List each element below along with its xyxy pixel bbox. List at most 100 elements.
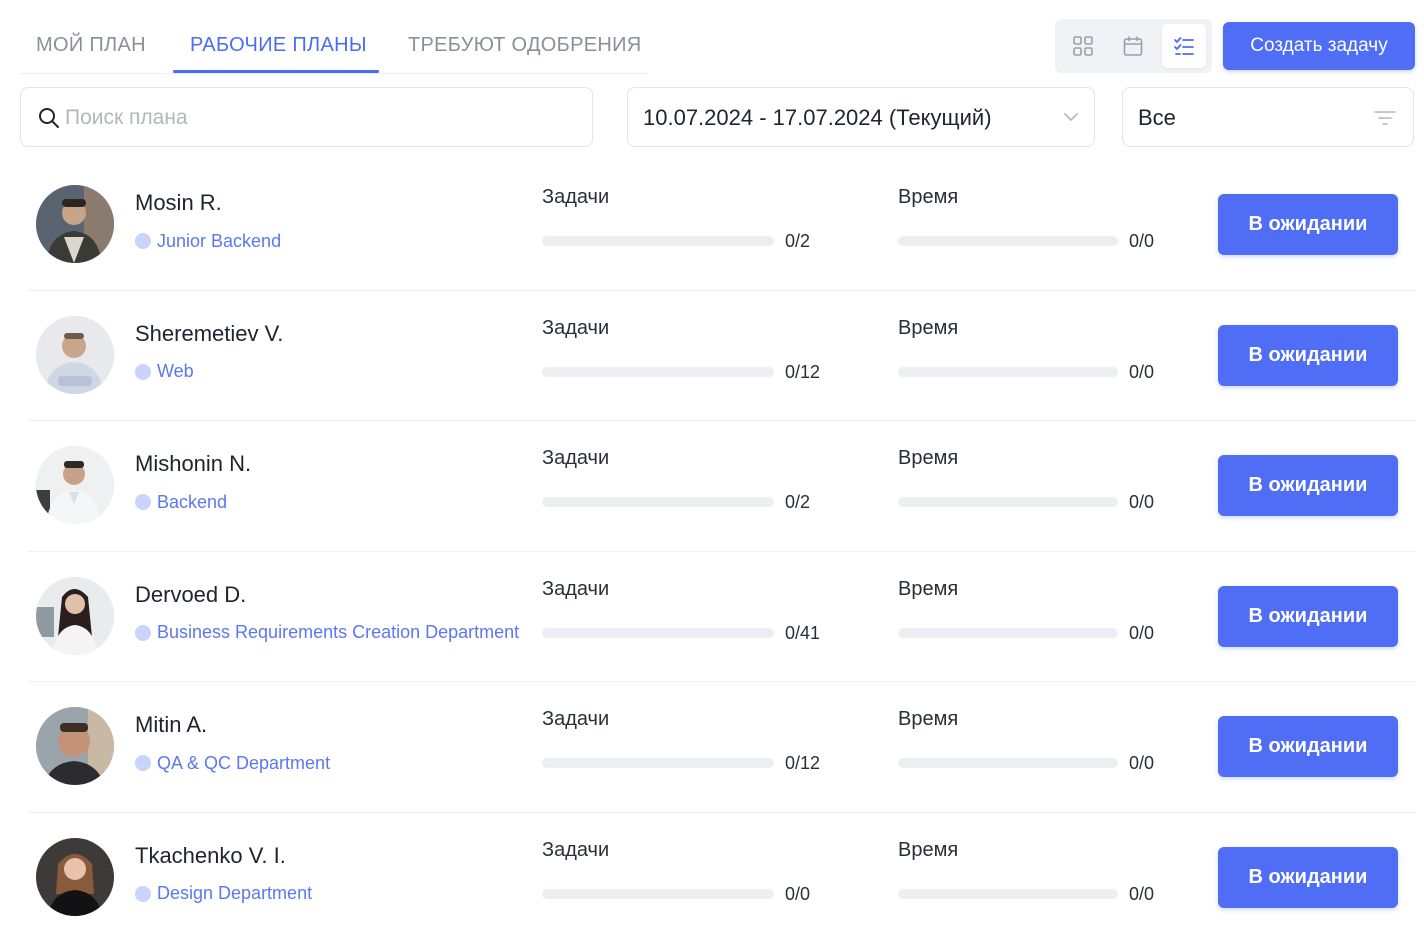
employee-name[interactable]: Mosin R. bbox=[135, 190, 222, 216]
search-icon bbox=[39, 108, 59, 128]
calendar-view-button[interactable] bbox=[1111, 24, 1155, 68]
time-progress-bar bbox=[898, 236, 1118, 246]
avatar bbox=[36, 837, 114, 916]
tasks-progress-bar bbox=[542, 758, 774, 768]
time-count: 0/0 bbox=[1129, 622, 1155, 643]
tasks-label: Задачи bbox=[542, 186, 610, 208]
time-label: Время bbox=[898, 447, 959, 469]
tasks-progress-bar bbox=[542, 366, 774, 377]
active-tab-indicator bbox=[173, 70, 379, 73]
employee-name[interactable]: Dervoed D. bbox=[135, 582, 246, 608]
status-button[interactable]: В ожидании bbox=[1218, 716, 1398, 777]
department-tag: Backend bbox=[135, 491, 227, 513]
search-box bbox=[20, 87, 593, 147]
department-label: Business Requirements Creation Departmen… bbox=[157, 622, 520, 642]
department-label: QA & QC Department bbox=[157, 752, 331, 773]
time-label: Время bbox=[898, 838, 959, 861]
tasks-label: Задачи bbox=[542, 447, 610, 469]
plan-row: Sheremetiev V. Web Задачи 0/12 Время 0/0… bbox=[20, 291, 1416, 421]
time-label: Время bbox=[898, 577, 959, 600]
avatar bbox=[36, 707, 114, 785]
tab-my-plan[interactable]: МОЙ ПЛАН bbox=[36, 34, 146, 57]
time-progress-bar bbox=[898, 366, 1118, 377]
department-label: Web bbox=[157, 361, 194, 381]
tasks-count: 0/12 bbox=[785, 361, 821, 382]
time-progress-bar bbox=[898, 888, 1118, 899]
plan-row: Mosin R. Junior Backend Задачи 0/2 Время… bbox=[20, 160, 1416, 291]
time-label: Время bbox=[898, 316, 959, 339]
time-count: 0/0 bbox=[1129, 753, 1155, 773]
time-progress-bar bbox=[898, 497, 1118, 507]
status-button[interactable]: В ожидании bbox=[1218, 324, 1398, 386]
time-label: Время bbox=[898, 708, 959, 730]
time-count: 0/0 bbox=[1129, 231, 1155, 251]
avatar bbox=[36, 446, 114, 524]
tasks-progress-bar bbox=[542, 497, 774, 507]
filter-select[interactable]: Все bbox=[1122, 87, 1414, 147]
list-view-button[interactable] bbox=[1162, 24, 1206, 68]
period-select[interactable]: 10.07.2024 - 17.07.2024 (Текущий) bbox=[627, 87, 1095, 147]
view-toggle bbox=[1055, 19, 1212, 73]
search-input[interactable] bbox=[65, 102, 565, 134]
department-label: Backend bbox=[157, 491, 228, 512]
department-dot-icon bbox=[135, 624, 151, 641]
grid-view-button[interactable] bbox=[1061, 24, 1105, 68]
time-progress-bar bbox=[898, 758, 1118, 768]
department-tag: QA & QC Department bbox=[135, 752, 330, 774]
tab-require-approval[interactable]: ТРЕБУЮТ ОДОБРЕНИЯ bbox=[408, 34, 642, 57]
department-tag: Web bbox=[135, 361, 194, 383]
tasks-label: Задачи bbox=[542, 316, 610, 339]
tab-bar: МОЙ ПЛАН РАБОЧИЕ ПЛАНЫ ТРЕБУЮТ ОДОБРЕНИЯ bbox=[20, 14, 648, 74]
time-count: 0/0 bbox=[1129, 492, 1155, 512]
time-label: Время bbox=[898, 186, 959, 208]
status-button[interactable]: В ожидании bbox=[1218, 455, 1398, 516]
plan-row: Mitin A. QA & QC Department Задачи 0/12 … bbox=[20, 682, 1416, 813]
status-button[interactable]: В ожидании bbox=[1218, 846, 1398, 908]
calendar-icon bbox=[1123, 36, 1143, 56]
chevron-down-icon bbox=[1064, 113, 1078, 122]
plan-row: Mishonin N. Backend Задачи 0/2 Время 0/0… bbox=[20, 421, 1416, 552]
department-dot-icon bbox=[135, 885, 151, 902]
tasks-progress-bar bbox=[542, 236, 774, 246]
time-progress-bar bbox=[898, 627, 1118, 638]
plan-row: Tkachenko V. I. Design Department Задачи… bbox=[20, 813, 1416, 944]
tasks-label: Задачи bbox=[542, 838, 610, 861]
tasks-count: 0/2 bbox=[785, 231, 811, 251]
department-dot-icon bbox=[135, 755, 151, 771]
employee-name[interactable]: Mishonin N. bbox=[135, 451, 251, 477]
department-tag: Design Department bbox=[135, 883, 312, 905]
tasks-count: 0/2 bbox=[785, 492, 811, 512]
create-task-button[interactable]: Создать задачу bbox=[1223, 22, 1415, 70]
avatar bbox=[36, 576, 114, 655]
department-tag: Business Requirements Creation Departmen… bbox=[135, 622, 519, 644]
department-label: Design Department bbox=[157, 883, 313, 903]
filter-icon bbox=[1374, 111, 1396, 125]
plan-row: Dervoed D. Business Requirements Creatio… bbox=[20, 552, 1416, 682]
tasks-count: 0/0 bbox=[785, 883, 811, 904]
time-count: 0/0 bbox=[1129, 883, 1155, 904]
department-dot-icon bbox=[135, 233, 151, 249]
department-dot-icon bbox=[135, 363, 151, 380]
status-button[interactable]: В ожидании bbox=[1218, 194, 1398, 255]
tasks-count: 0/12 bbox=[785, 753, 821, 773]
employee-name[interactable]: Mitin A. bbox=[135, 712, 207, 738]
tasks-label: Задачи bbox=[542, 577, 610, 600]
filter-select-value: Все bbox=[1138, 105, 1176, 130]
status-button[interactable]: В ожидании bbox=[1218, 585, 1398, 647]
tab-work-plans[interactable]: РАБОЧИЕ ПЛАНЫ bbox=[190, 34, 367, 57]
grid-icon bbox=[1073, 36, 1093, 56]
plans-list: Mosin R. Junior Backend Задачи 0/2 Время… bbox=[20, 160, 1416, 943]
employee-name[interactable]: Tkachenko V. I. bbox=[135, 843, 286, 869]
employee-name[interactable]: Sheremetiev V. bbox=[135, 321, 283, 347]
tasks-progress-bar bbox=[542, 627, 774, 638]
tasks-count: 0/41 bbox=[785, 622, 821, 643]
period-select-value: 10.07.2024 - 17.07.2024 (Текущий) bbox=[643, 105, 992, 130]
tasks-label: Задачи bbox=[542, 708, 610, 730]
avatar bbox=[36, 185, 114, 263]
time-count: 0/0 bbox=[1129, 361, 1155, 382]
avatar bbox=[36, 315, 114, 394]
tasks-progress-bar bbox=[542, 888, 774, 899]
department-tag: Junior Backend bbox=[135, 230, 281, 252]
department-dot-icon bbox=[135, 494, 151, 510]
checklist-icon bbox=[1174, 37, 1194, 55]
